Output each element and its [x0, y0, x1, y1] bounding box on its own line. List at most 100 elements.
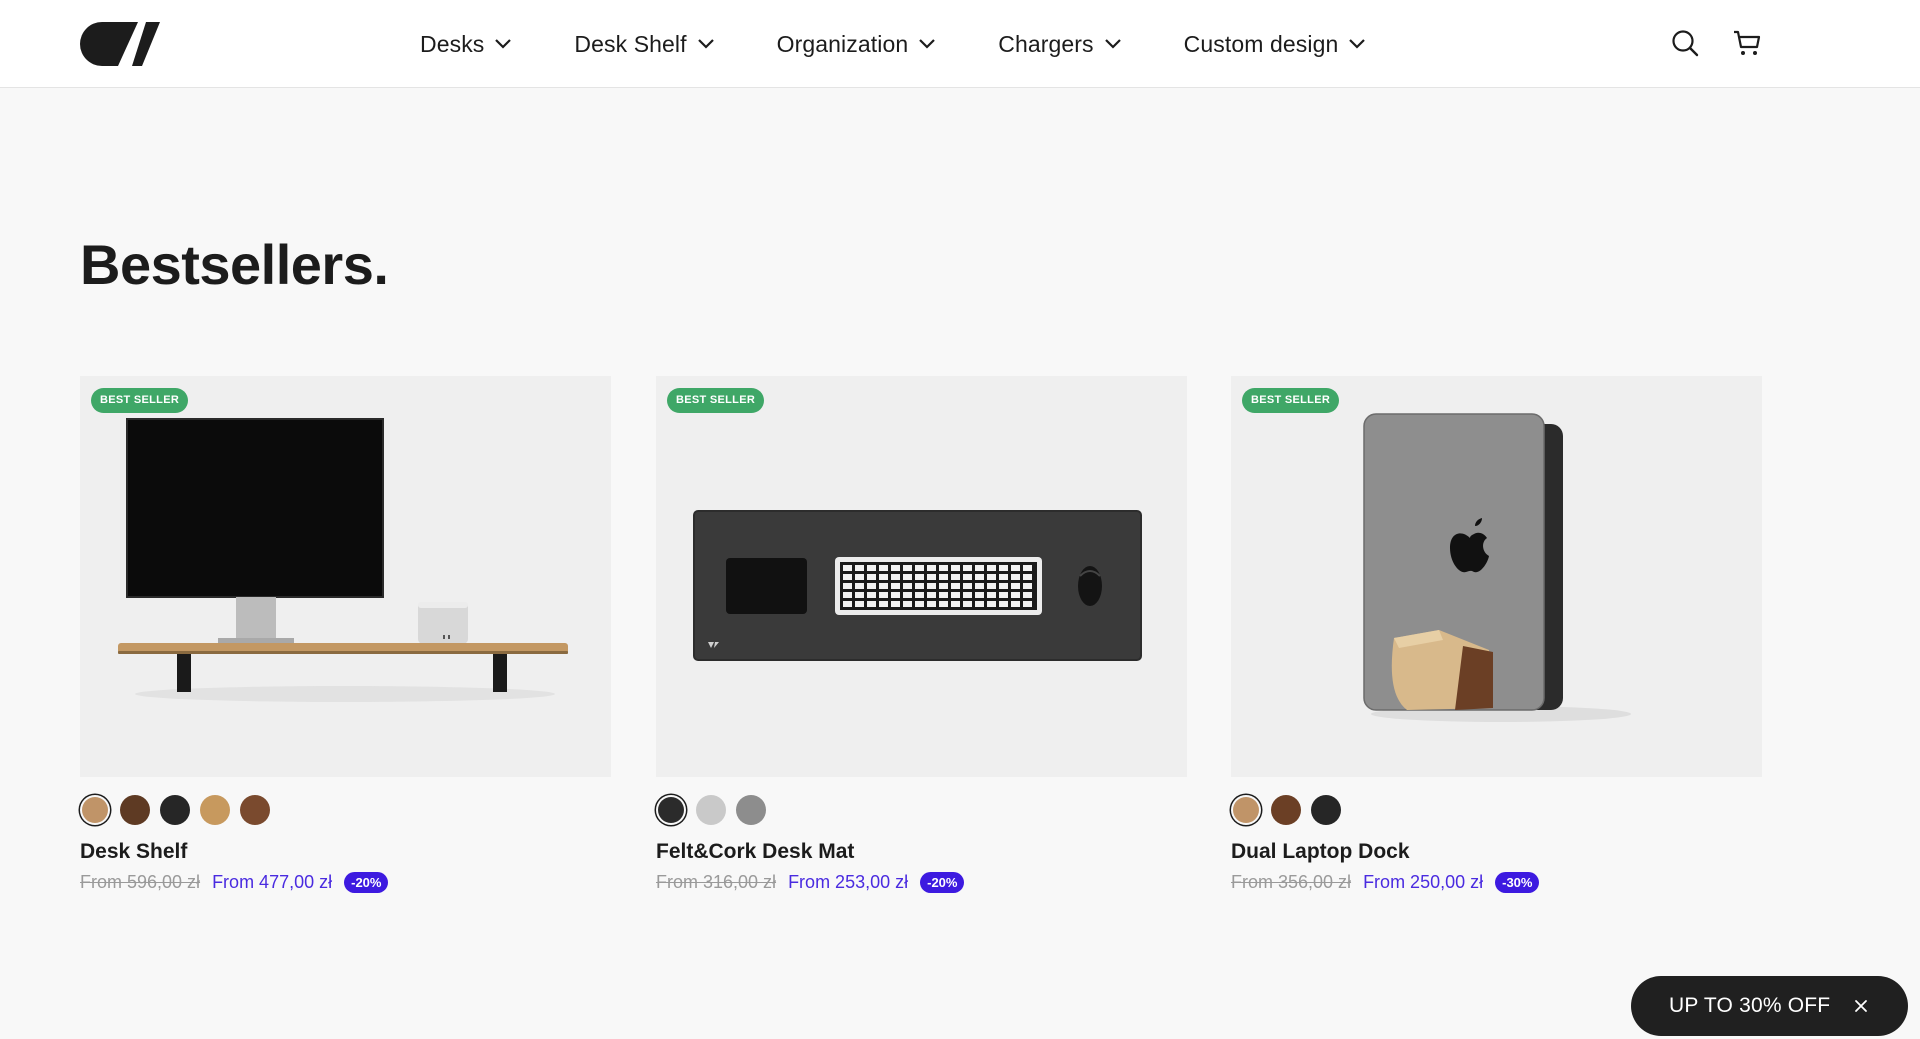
color-swatch[interactable]: [658, 797, 684, 823]
nav-item-custom-design[interactable]: Custom design: [1184, 31, 1367, 58]
sale-price: From 250,00 zł: [1363, 872, 1484, 892]
keyboard-key: [1023, 583, 1032, 589]
product-name[interactable]: Felt&Cork Desk Mat: [656, 840, 1187, 864]
cart-icon[interactable]: [1732, 28, 1762, 58]
keyboard-key: [975, 565, 984, 571]
site-header: Desks Desk Shelf Organization Chargers C…: [0, 0, 1920, 88]
keyboard-key: [915, 601, 924, 607]
keyboard-key: [987, 574, 996, 580]
product-image[interactable]: BEST SELLER: [80, 376, 611, 777]
search-icon[interactable]: [1670, 28, 1700, 58]
keyboard-key: [867, 574, 876, 580]
chevron-down-icon: [495, 39, 512, 49]
close-icon[interactable]: [1852, 997, 1870, 1015]
nav-item-label: Custom design: [1183, 30, 1339, 57]
chevron-down-icon: [697, 39, 714, 49]
keyboard-key: [879, 601, 888, 607]
keyboard-key: [963, 601, 972, 607]
keyboard-key: [843, 565, 852, 571]
keyboard-key: [891, 565, 900, 571]
keyboard-key: [867, 583, 876, 589]
sale-price: From 477,00 zł: [212, 872, 333, 892]
keyboard-key: [927, 565, 936, 571]
keyboard-key: [1023, 601, 1032, 607]
keyboard-key: [951, 592, 960, 598]
keyboard-key: [927, 592, 936, 598]
keyboard-key: [891, 583, 900, 589]
price-row: From 356,00 zł From 250,00 zł -30%: [1231, 872, 1762, 893]
discount-badge: -30%: [1495, 872, 1540, 893]
keyboard-key: [879, 592, 888, 598]
product-card-laptop-dock[interactable]: BEST SELLER Dual Laptop Dock From 356,00…: [1231, 376, 1762, 893]
laptop-dock-image: [1363, 413, 1631, 722]
desk-mat-image: [693, 510, 1142, 661]
color-swatch[interactable]: [1311, 795, 1341, 825]
nav-item-label: Organization: [776, 30, 909, 57]
keyboard-key: [891, 592, 900, 598]
color-swatch[interactable]: [1271, 795, 1301, 825]
chevron-down-icon: [1349, 39, 1366, 49]
keyboard-key: [903, 565, 912, 571]
keyboard-key: [927, 583, 936, 589]
nav-item-desk-shelf[interactable]: Desk Shelf: [574, 31, 714, 58]
keyboard-key: [927, 574, 936, 580]
product-image[interactable]: BEST SELLER: [1231, 376, 1762, 777]
keyboard-key: [987, 601, 996, 607]
color-swatch[interactable]: [696, 795, 726, 825]
keyboard-key: [999, 574, 1008, 580]
keyboard-key: [975, 592, 984, 598]
promo-banner[interactable]: UP TO 30% OFF: [1631, 976, 1908, 1036]
product-image[interactable]: BEST SELLER: [656, 376, 1187, 777]
color-swatch[interactable]: [240, 795, 270, 825]
color-swatch[interactable]: [160, 795, 190, 825]
keyboard-key: [951, 601, 960, 607]
keyboard-key: [843, 601, 852, 607]
keyboard-key: [987, 565, 996, 571]
keyboard-key: [879, 583, 888, 589]
keyboard-key: [963, 592, 972, 598]
keyboard-key: [927, 601, 936, 607]
product-card-desk-mat[interactable]: BEST SELLER Felt&Cork Desk Mat From 316,…: [656, 376, 1187, 893]
brand-logo-icon[interactable]: [80, 21, 160, 67]
keyboard-key: [879, 574, 888, 580]
color-swatch[interactable]: [82, 797, 108, 823]
price-row: From 316,00 zł From 253,00 zł -20%: [656, 872, 1187, 893]
color-swatches: [1231, 794, 1762, 826]
keyboard-key: [1023, 565, 1032, 571]
nav-item-chargers[interactable]: Chargers: [998, 31, 1121, 58]
keyboard-key: [915, 583, 924, 589]
main-nav: Desks Desk Shelf Organization Chargers C…: [420, 22, 1366, 66]
keyboard-key: [903, 574, 912, 580]
nav-item-desks[interactable]: Desks: [420, 31, 512, 58]
keyboard-key: [855, 565, 864, 571]
product-name[interactable]: Desk Shelf: [80, 840, 611, 864]
keyboard-key: [867, 592, 876, 598]
color-swatch[interactable]: [200, 795, 230, 825]
nav-item-label: Desk Shelf: [574, 30, 687, 57]
keyboard-key: [915, 592, 924, 598]
keyboard-key: [855, 583, 864, 589]
keyboard-key: [963, 583, 972, 589]
product-name[interactable]: Dual Laptop Dock: [1231, 840, 1762, 864]
keyboard-key: [939, 592, 948, 598]
nav-item-organization[interactable]: Organization: [777, 31, 937, 58]
keyboard-key: [903, 601, 912, 607]
chevron-down-icon: [1104, 39, 1121, 49]
color-swatch[interactable]: [120, 795, 150, 825]
keyboard-key: [855, 601, 864, 607]
product-card-desk-shelf[interactable]: BEST SELLER Desk Shelf From 596,00 zł Fr…: [80, 376, 611, 893]
keyboard-key: [915, 565, 924, 571]
nav-item-label: Desks: [420, 30, 485, 57]
old-price: From 596,00 zł: [80, 872, 201, 892]
keyboard-key: [963, 574, 972, 580]
keyboard-key: [939, 565, 948, 571]
keyboard-key: [867, 601, 876, 607]
section-title: Bestsellers.: [80, 233, 389, 296]
keyboard-key: [939, 574, 948, 580]
keyboard-key: [999, 601, 1008, 607]
keyboard-key: [1011, 583, 1020, 589]
keyboard-key: [1011, 592, 1020, 598]
sale-price: From 253,00 zł: [788, 872, 909, 892]
color-swatch[interactable]: [1233, 797, 1259, 823]
color-swatch[interactable]: [736, 795, 766, 825]
